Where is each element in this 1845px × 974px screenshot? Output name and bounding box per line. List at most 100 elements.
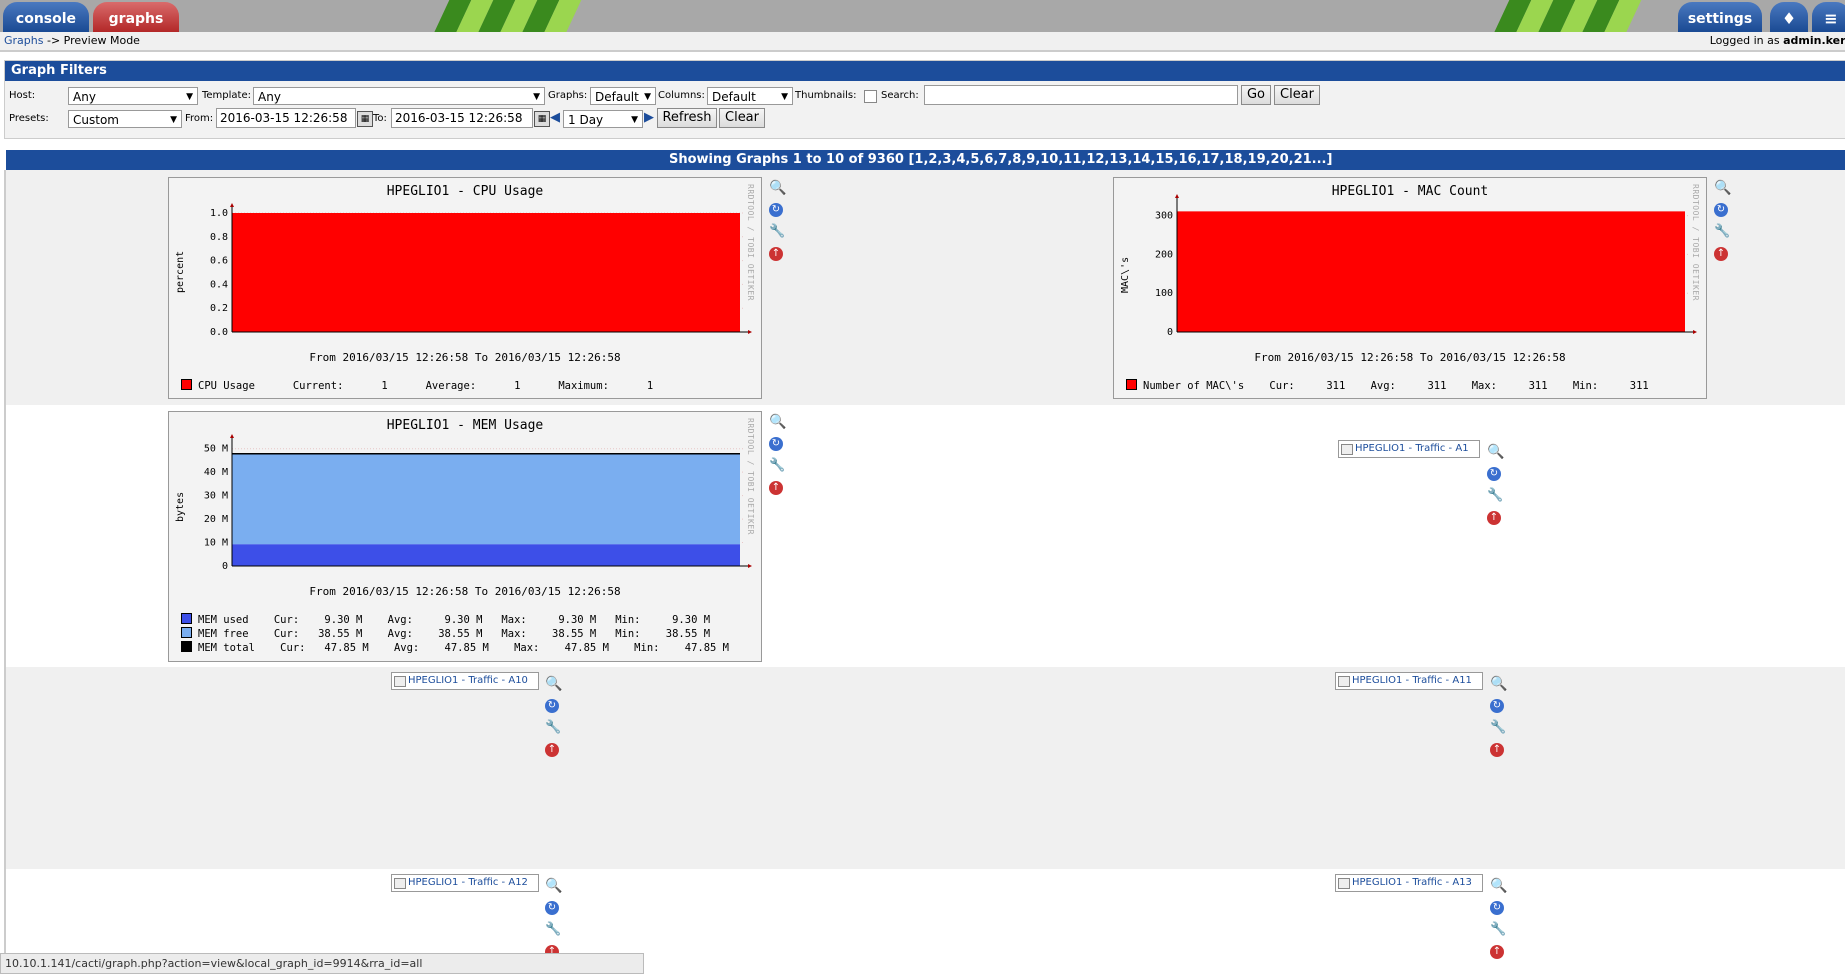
time-icon[interactable]: ↻ xyxy=(545,699,559,713)
to-label: To: xyxy=(373,113,387,124)
graph-up-icon[interactable]: ↑ xyxy=(1487,511,1501,525)
zoom-icon[interactable]: 🔍 xyxy=(1487,445,1504,459)
time-icon[interactable]: ↻ xyxy=(769,203,783,217)
graphs-per-page-select[interactable]: Default ▼ xyxy=(590,87,656,105)
cpu-plot-area: 1.0 0.8 0.6 0.4 0.2 0.0 xyxy=(210,203,752,338)
graph-time-range: From 2016/03/15 12:26:58 To 2016/03/15 1… xyxy=(1254,351,1566,364)
wrench-icon[interactable]: 🔧 xyxy=(1490,721,1506,735)
chevron-down-icon: ▼ xyxy=(644,92,651,102)
graph-row xyxy=(6,667,1845,869)
x-axis-arrow xyxy=(748,330,752,334)
clear-timespan-button[interactable]: Clear xyxy=(719,108,765,128)
login-status: Logged in as admin.kerr xyxy=(1710,32,1845,50)
go-button[interactable]: Go xyxy=(1241,85,1271,105)
breadcrumb-graphs-link[interactable]: Graphs xyxy=(4,34,43,47)
wrench-icon[interactable]: 🔧 xyxy=(545,923,561,937)
cpu-usage-graph[interactable]: HPEGLIO1 - CPU Usage percent RRDTOOL / T… xyxy=(168,177,762,399)
time-icon[interactable]: ↻ xyxy=(769,437,783,451)
wrench-icon[interactable]: 🔧 xyxy=(1714,225,1730,239)
chevron-down-icon: ▼ xyxy=(170,115,177,125)
x-axis-arrow xyxy=(748,564,752,568)
zoom-icon[interactable]: 🔍 xyxy=(545,677,562,691)
graph-up-icon[interactable]: ↑ xyxy=(769,481,783,495)
graph-up-icon[interactable]: ↑ xyxy=(769,247,783,261)
mac-count-graph[interactable]: HPEGLIO1 - MAC Count MAC\'s RRDTOOL / TO… xyxy=(1113,177,1707,399)
tree-view-icon[interactable]: ♦ xyxy=(1770,2,1808,32)
y-tick-label: 30 M xyxy=(204,491,228,502)
y-tick-label: 0 xyxy=(222,561,228,572)
shift-right-icon[interactable]: ▶ xyxy=(644,110,654,125)
page-links[interactable]: ,2,3,4,5,6,7,8,9,10,11,12,13,14,15,16,17… xyxy=(923,152,1332,167)
refresh-button[interactable]: Refresh xyxy=(657,108,717,128)
tab-graphs[interactable]: graphs xyxy=(93,2,179,32)
tab-settings[interactable]: settings xyxy=(1678,2,1762,32)
y-tick-label: 200 xyxy=(1155,249,1173,260)
graph-filters-header: Graph Filters xyxy=(5,61,1845,81)
y-axis-arrow xyxy=(1175,194,1179,198)
y-tick-label: 0.0 xyxy=(210,327,228,338)
time-icon[interactable]: ↻ xyxy=(545,901,559,915)
legend-swatch xyxy=(1126,379,1137,390)
clear-filter-button[interactable]: Clear xyxy=(1274,85,1320,105)
browser-status-url: 10.10.1.141/cacti/graph.php?action=view&… xyxy=(0,953,644,974)
zoom-icon[interactable]: 🔍 xyxy=(1490,677,1507,691)
zoom-icon[interactable]: 🔍 xyxy=(545,879,562,893)
y-tick-label: 0 xyxy=(1167,327,1173,338)
login-user: admin.kerr xyxy=(1783,34,1845,47)
chevron-down-icon: ▼ xyxy=(533,92,540,102)
list-view-icon[interactable]: ≡ xyxy=(1812,2,1845,32)
host-label: Host: xyxy=(9,90,36,101)
wrench-icon[interactable]: 🔧 xyxy=(769,225,785,239)
y-axis-arrow xyxy=(230,434,234,438)
to-date-input[interactable]: 2016-03-15 12:26:58 xyxy=(391,108,533,128)
legend-swatch xyxy=(181,613,192,624)
search-input[interactable] xyxy=(924,85,1238,105)
timespan-select[interactable]: 1 Day ▼ xyxy=(563,110,643,128)
graph-legend: MEM total Cur: 47.85 M Avg: 47.85 M Max:… xyxy=(181,641,729,654)
chevron-down-icon: ▼ xyxy=(186,92,193,102)
calendar-icon[interactable]: ▦ xyxy=(534,111,550,127)
graph-up-icon[interactable]: ↑ xyxy=(1714,247,1728,261)
from-date-input[interactable]: 2016-03-15 12:26:58 xyxy=(216,108,356,128)
traffic-graph-a11[interactable]: HPEGLIO1 - Traffic - A11 xyxy=(1335,672,1483,690)
thumbnails-checkbox[interactable] xyxy=(864,90,877,103)
x-axis-arrow xyxy=(1693,330,1697,334)
graph-legend: Number of MAC\'s Cur: 311 Avg: 311 Max: … xyxy=(1126,379,1649,392)
wrench-icon[interactable]: 🔧 xyxy=(1490,923,1506,937)
zoom-icon[interactable]: 🔍 xyxy=(769,181,786,195)
mac-plot-area: 300 200 100 0 xyxy=(1155,194,1697,338)
legend-swatch xyxy=(181,641,192,652)
graph-legend: MEM free Cur: 38.55 M Avg: 38.55 M Max: … xyxy=(181,627,710,640)
traffic-graph-a12[interactable]: HPEGLIO1 - Traffic - A12 xyxy=(391,874,539,892)
time-icon[interactable]: ↻ xyxy=(1487,467,1501,481)
template-select[interactable]: Any ▼ xyxy=(253,87,545,105)
tab-console[interactable]: console xyxy=(3,2,89,32)
zoom-icon[interactable]: 🔍 xyxy=(1714,181,1731,195)
graphs-label: Graphs: xyxy=(548,90,588,101)
zoom-icon[interactable]: 🔍 xyxy=(1490,879,1507,893)
graph-filters-panel: Graph Filters Host: Any ▼ Template: Any ▼ … xyxy=(4,60,1845,139)
mem-usage-graph[interactable]: HPEGLIO1 - MEM Usage bytes RRDTOOL / TOB… xyxy=(168,411,762,662)
graph-time-range: From 2016/03/15 12:26:58 To 2016/03/15 1… xyxy=(309,585,621,598)
shift-left-icon[interactable]: ◀ xyxy=(550,110,560,125)
breadcrumb-current: -> Preview Mode xyxy=(46,34,140,47)
host-select[interactable]: Any ▼ xyxy=(68,87,198,105)
graph-up-icon[interactable]: ↑ xyxy=(1490,945,1504,959)
wrench-icon[interactable]: 🔧 xyxy=(769,459,785,473)
presets-select[interactable]: Custom ▼ xyxy=(68,110,182,128)
series-area xyxy=(232,544,740,566)
traffic-graph-a13[interactable]: HPEGLIO1 - Traffic - A13 xyxy=(1335,874,1483,892)
graph-up-icon[interactable]: ↑ xyxy=(1490,743,1504,757)
calendar-icon[interactable]: ▦ xyxy=(357,111,373,127)
wrench-icon[interactable]: 🔧 xyxy=(545,721,561,735)
time-icon[interactable]: ↻ xyxy=(1490,901,1504,915)
traffic-graph-a1[interactable]: HPEGLIO1 - Traffic - A1 xyxy=(1338,440,1480,458)
columns-select[interactable]: Default ▼ xyxy=(707,87,793,105)
zoom-icon[interactable]: 🔍 xyxy=(769,415,786,429)
breadcrumb: Graphs -> Preview Mode xyxy=(4,32,140,50)
traffic-graph-a10[interactable]: HPEGLIO1 - Traffic - A10 xyxy=(391,672,539,690)
graph-up-icon[interactable]: ↑ xyxy=(545,743,559,757)
time-icon[interactable]: ↻ xyxy=(1714,203,1728,217)
wrench-icon[interactable]: 🔧 xyxy=(1487,489,1503,503)
time-icon[interactable]: ↻ xyxy=(1490,699,1504,713)
